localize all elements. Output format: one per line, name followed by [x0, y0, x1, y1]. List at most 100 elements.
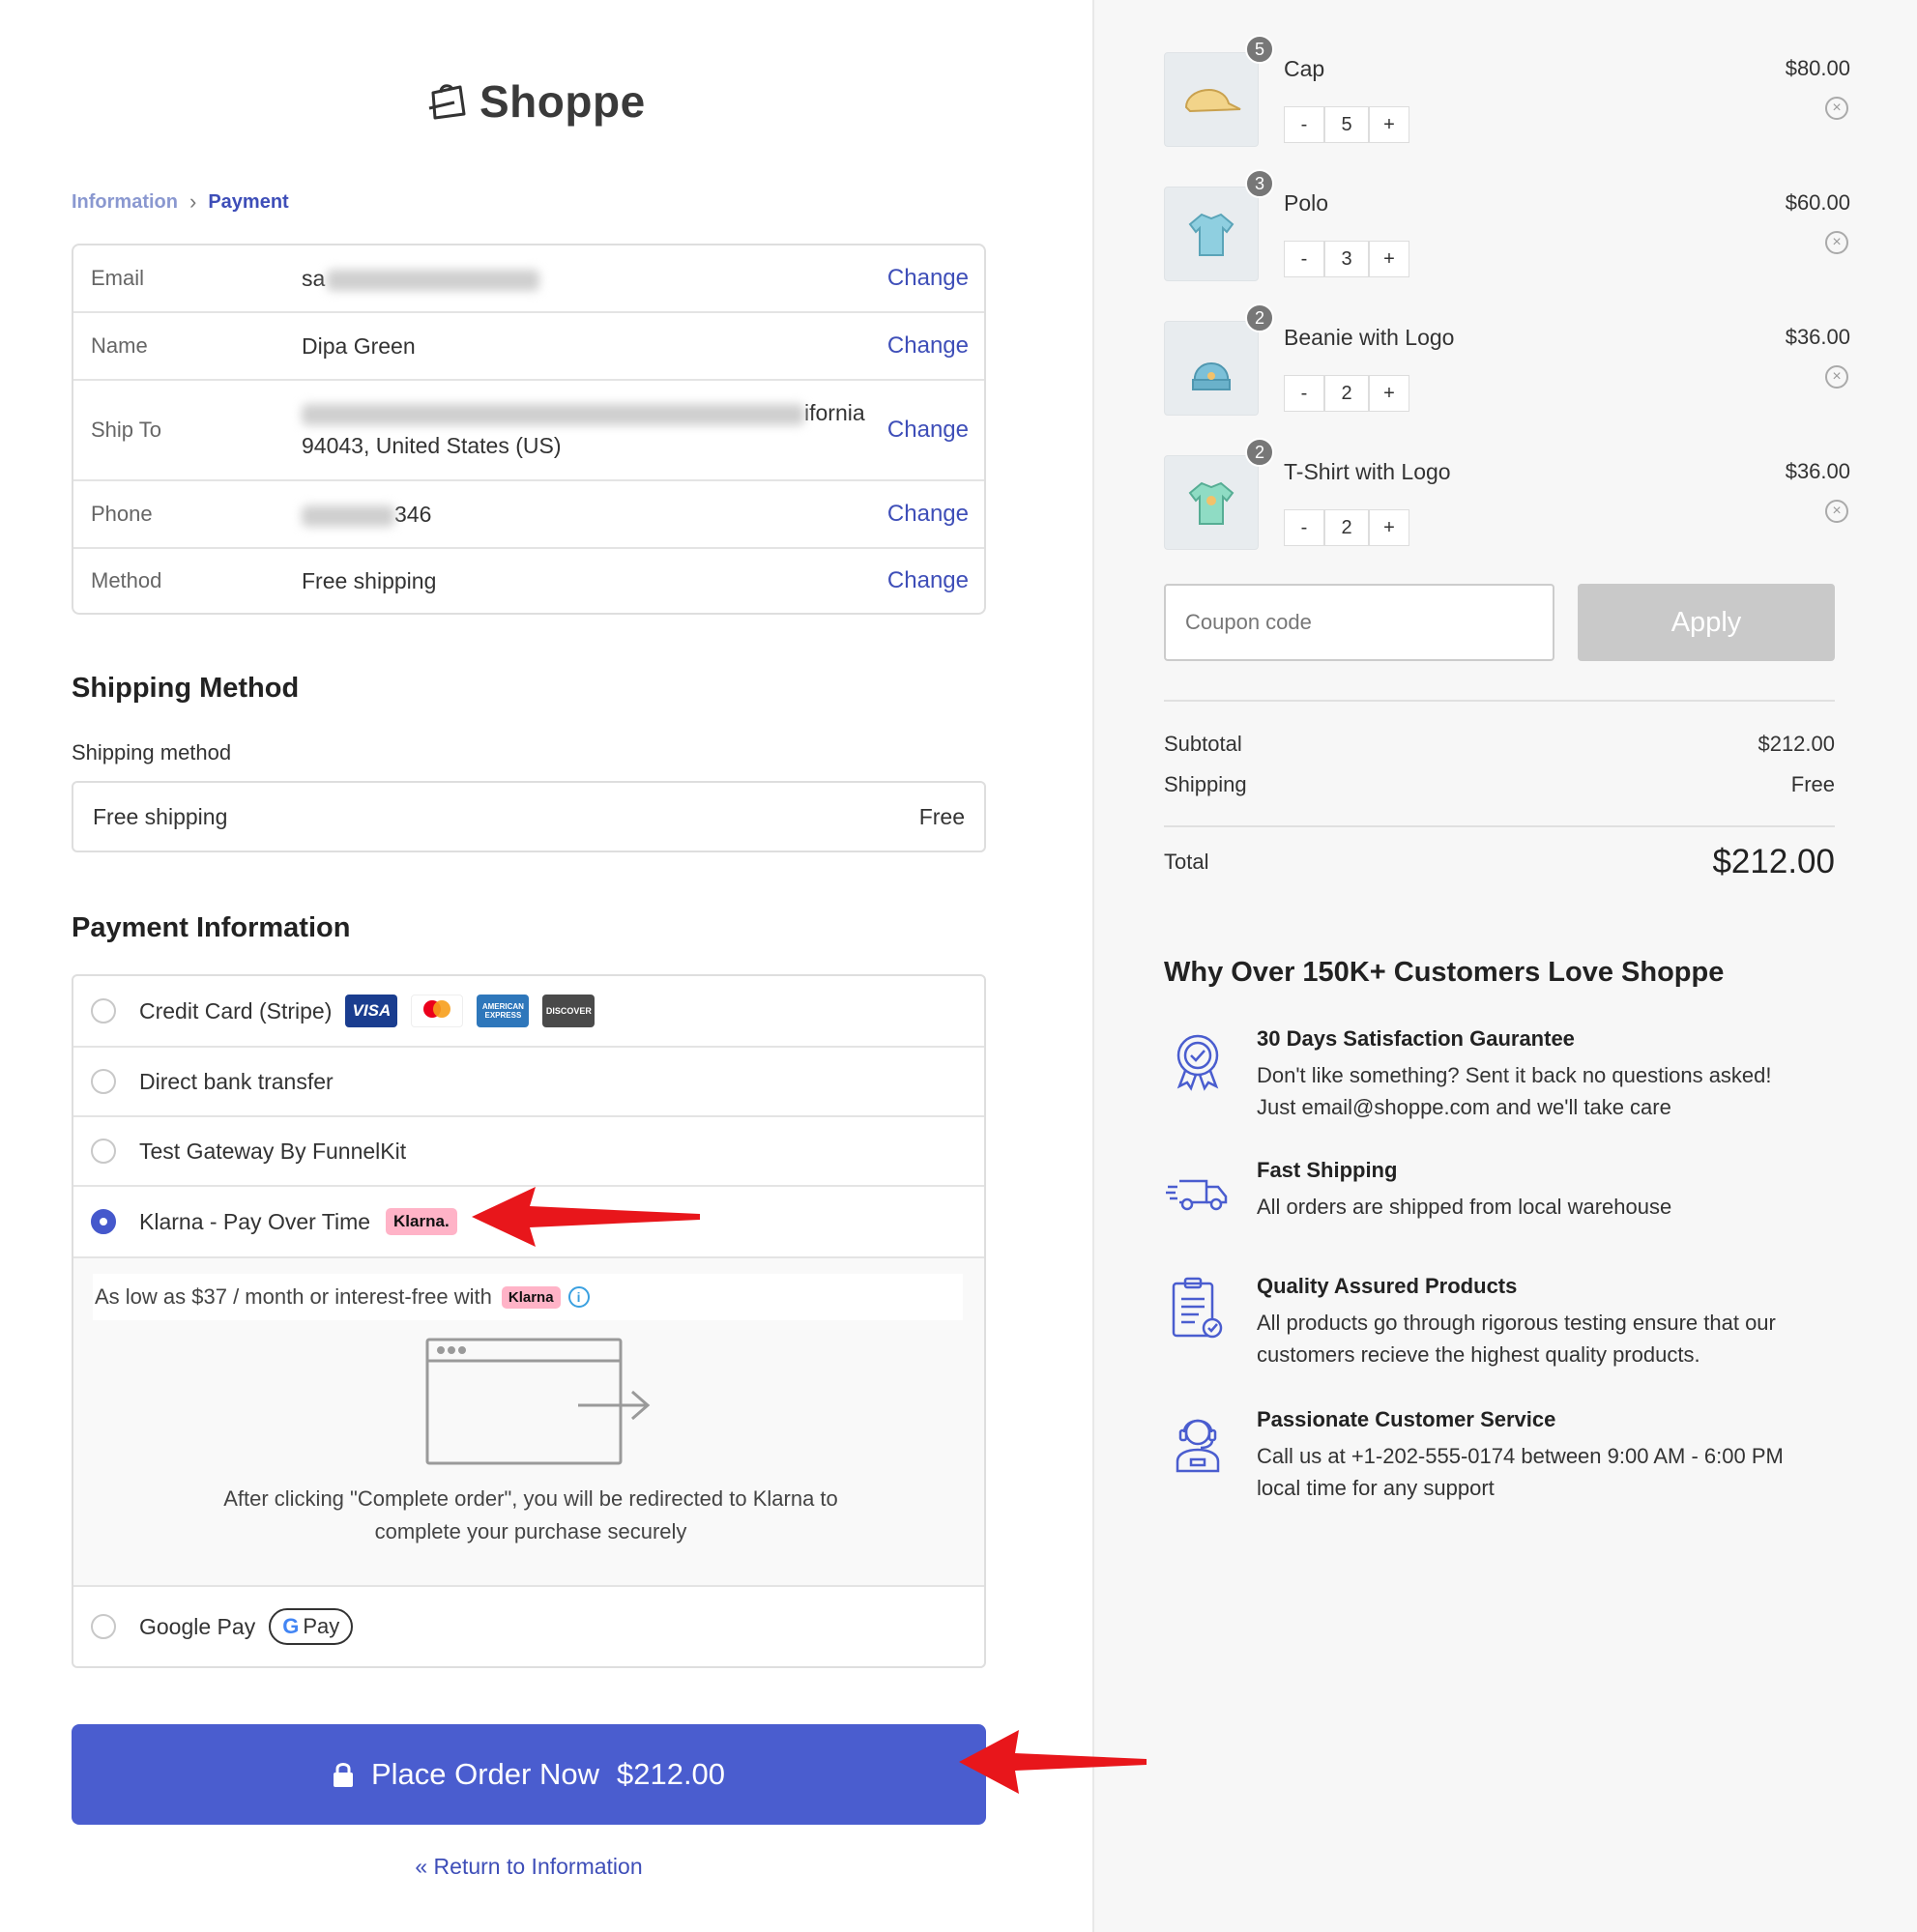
quantity-input[interactable]: 2	[1324, 375, 1369, 412]
payment-option-bank-transfer[interactable]: Direct bank transfer	[73, 1046, 984, 1115]
payment-methods: Credit Card (Stripe) VISA AMERICAN EXPRE…	[72, 974, 986, 1668]
shipping-option[interactable]: Free shipping Free	[72, 781, 986, 852]
increase-button[interactable]: +	[1369, 509, 1409, 546]
item-name: Polo	[1284, 190, 1329, 216]
change-method-link[interactable]: Change	[887, 567, 969, 594]
decrease-button[interactable]: -	[1284, 241, 1324, 277]
award-badge-icon	[1176, 1034, 1219, 1091]
klarna-financing-message: As low as $37 / month or interest-free w…	[93, 1274, 963, 1320]
annotation-arrow-icon	[959, 1730, 1147, 1794]
breadcrumb: Information › Payment	[72, 189, 289, 215]
item-name: Beanie with Logo	[1284, 325, 1455, 350]
tshirt-thumbnail	[1164, 455, 1259, 550]
info-row-ship-to: Ship To ifornia 94043, United States (US…	[73, 379, 984, 479]
change-name-link[interactable]: Change	[887, 332, 969, 360]
feature-description: All orders are shipped from local wareho…	[1257, 1195, 1672, 1219]
shipping-method-label: Shipping method	[72, 740, 232, 764]
place-order-label: Place Order Now	[370, 1757, 599, 1791]
remove-item-icon[interactable]: ×	[1825, 500, 1848, 523]
increase-button[interactable]: +	[1369, 375, 1409, 412]
decrease-button[interactable]: -	[1284, 509, 1324, 546]
email-value: sa	[302, 262, 540, 295]
delivery-truck-icon	[1166, 1179, 1228, 1211]
phone-value: 346	[302, 498, 431, 531]
polo-shirt-icon	[1188, 213, 1234, 256]
tshirt-icon	[1188, 481, 1234, 525]
brand-name: Shoppe	[479, 76, 646, 127]
item-price: $60.00	[1785, 190, 1850, 215]
google-pay-label: Google Pay	[139, 1613, 256, 1639]
quantity-badge: 2	[1245, 303, 1274, 332]
cart-item: 3 Polo $60.00 × - 3 +	[1164, 169, 1850, 283]
quantity-badge: 5	[1245, 35, 1274, 64]
test-gateway-radio[interactable]	[91, 1139, 116, 1164]
customer-info-summary: Email sa Change Name Dipa Green Change S…	[72, 244, 986, 615]
ship-to-label: Ship To	[91, 418, 161, 442]
checkout-form-column: Shoppe Information › Payment Email sa Ch…	[0, 0, 1092, 1932]
place-order-amount: $212.00	[616, 1757, 726, 1791]
shipping-option-name: Free shipping	[93, 803, 228, 829]
customer-support-headset-icon	[1176, 1419, 1220, 1473]
info-row-email: Email sa Change	[73, 245, 984, 311]
payment-option-credit-card[interactable]: Credit Card (Stripe) VISA AMERICAN EXPRE…	[73, 976, 984, 1046]
phone-label: Phone	[91, 502, 153, 526]
cap-thumbnail	[1164, 52, 1259, 147]
klarna-radio[interactable]	[91, 1209, 116, 1234]
klarna-redirect-note: After clicking "Complete order", you wil…	[223, 1486, 838, 1543]
change-ship-to-link[interactable]: Change	[887, 417, 969, 444]
remove-item-icon[interactable]: ×	[1825, 231, 1848, 254]
divider	[1164, 825, 1835, 827]
shipping-option-price: Free	[918, 803, 965, 829]
shopping-bag-icon	[428, 84, 466, 120]
amex-icon: AMERICAN EXPRESS	[477, 995, 530, 1027]
card-logos: VISA AMERICAN EXPRESS DISCOVER	[345, 995, 595, 1027]
payment-option-test-gateway[interactable]: Test Gateway By FunnelKit	[73, 1115, 984, 1185]
item-price: $36.00	[1785, 325, 1850, 349]
quantity-input[interactable]: 5	[1324, 106, 1369, 143]
increase-button[interactable]: +	[1369, 241, 1409, 277]
quantity-stepper: - 3 +	[1284, 241, 1409, 277]
mastercard-icon	[411, 995, 464, 1027]
bank-transfer-radio[interactable]	[91, 1069, 116, 1094]
breadcrumb-information[interactable]: Information	[72, 191, 178, 214]
decrease-button[interactable]: -	[1284, 375, 1324, 412]
feature-title: Quality Assured Products	[1257, 1274, 1518, 1298]
cart-item: 5 Cap $80.00 × - 5 +	[1164, 35, 1850, 149]
google-g-icon: G	[282, 1614, 300, 1638]
feature-description: Don't like something? Sent it back no qu…	[1257, 1063, 1772, 1119]
discover-icon: DISCOVER	[542, 995, 595, 1027]
feature-description: All products go through rigorous testing…	[1257, 1311, 1776, 1367]
place-order-button[interactable]: Place Order Now $212.00	[72, 1724, 986, 1825]
info-icon[interactable]: i	[567, 1286, 590, 1308]
quantity-input[interactable]: 2	[1324, 509, 1369, 546]
ship-to-value: ifornia 94043, United States (US)	[302, 400, 865, 458]
browser-redirect-icon	[425, 1338, 651, 1465]
shipping-row: Shipping Free	[1164, 772, 1835, 797]
checklist-clipboard-icon	[1172, 1277, 1223, 1339]
quantity-input[interactable]: 3	[1324, 241, 1369, 277]
change-phone-link[interactable]: Change	[887, 501, 969, 528]
visa-icon: VISA	[345, 995, 398, 1027]
brand-logo[interactable]: Shoppe	[425, 75, 646, 128]
credit-card-radio[interactable]	[91, 998, 116, 1024]
payment-option-google-pay[interactable]: Google Pay G Pay	[73, 1585, 984, 1666]
name-value: Dipa Green	[302, 333, 416, 359]
return-to-information-link[interactable]: « Return to Information	[0, 1854, 1058, 1880]
cap-icon	[1184, 89, 1241, 113]
shipping-label: Shipping	[1164, 772, 1247, 796]
decrease-button[interactable]: -	[1284, 106, 1324, 143]
method-value: Free shipping	[302, 568, 437, 593]
remove-item-icon[interactable]: ×	[1825, 365, 1848, 389]
apply-coupon-button[interactable]: Apply	[1578, 584, 1835, 661]
annotation-arrow-icon	[472, 1187, 700, 1247]
coupon-code-input[interactable]	[1164, 584, 1554, 661]
change-email-link[interactable]: Change	[887, 265, 969, 292]
credit-card-label: Credit Card (Stripe)	[139, 997, 333, 1024]
remove-item-icon[interactable]: ×	[1825, 97, 1848, 120]
increase-button[interactable]: +	[1369, 106, 1409, 143]
google-pay-radio[interactable]	[91, 1614, 116, 1639]
cart-item: 2 T-Shirt with Logo $36.00 × - 2 +	[1164, 438, 1850, 552]
total-value: $212.00	[1712, 843, 1835, 880]
payment-information-heading: Payment Information	[72, 912, 351, 943]
feature-title: Fast Shipping	[1257, 1158, 1398, 1182]
